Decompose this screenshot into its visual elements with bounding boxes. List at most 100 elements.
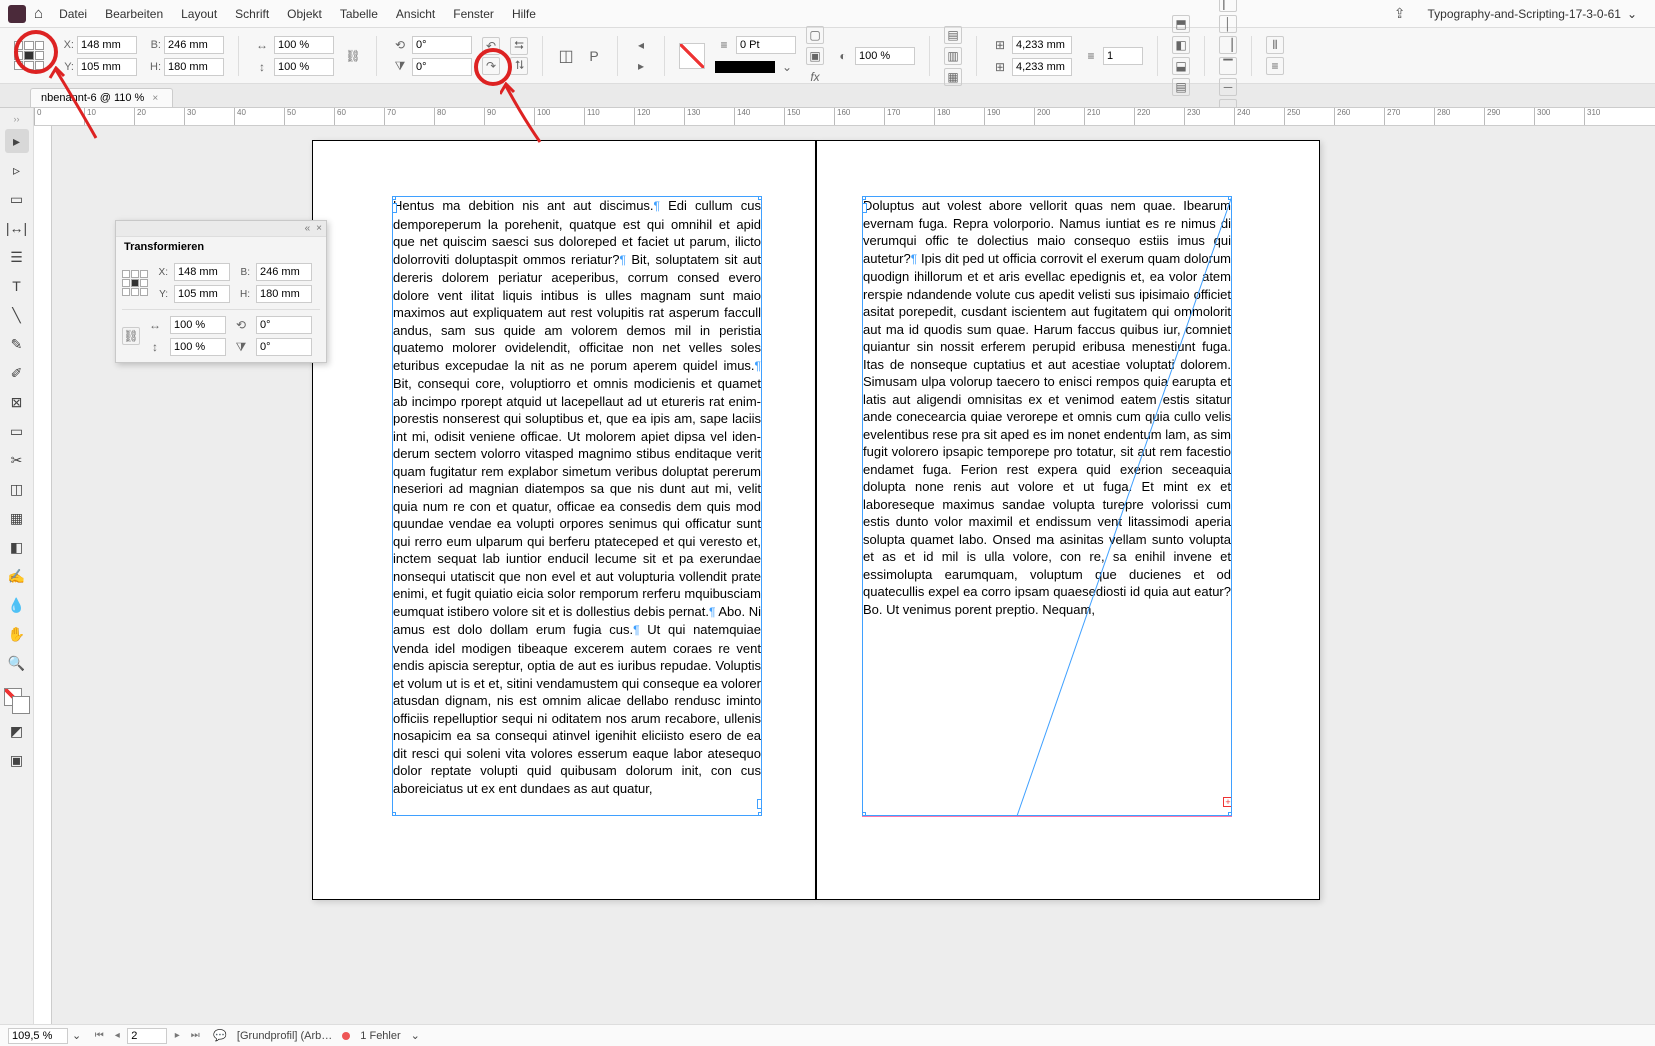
close-icon[interactable]: × — [152, 93, 158, 104]
direct-selection-tool[interactable]: ▹ — [5, 158, 29, 182]
panel-w-field[interactable] — [256, 263, 312, 281]
gradient-swatch-tool[interactable]: ▦ — [5, 506, 29, 530]
prev-page-icon[interactable]: ◂ — [109, 1028, 125, 1044]
x-field[interactable] — [77, 36, 137, 54]
home-icon[interactable]: ⌂ — [34, 5, 43, 22]
page-field[interactable] — [127, 1028, 167, 1044]
menu-tabelle[interactable]: Tabelle — [332, 3, 386, 25]
note-tool[interactable]: ✍ — [5, 564, 29, 588]
scale-x-field[interactable] — [274, 36, 334, 54]
stroke-weight-field[interactable] — [736, 36, 796, 54]
h-field[interactable] — [164, 58, 224, 76]
workspace-switcher[interactable]: Typography-and-Scripting-17-3-0-61 ⌄ — [1418, 3, 1648, 25]
opacity-field[interactable] — [855, 47, 915, 65]
select-content-icon[interactable]: P — [585, 47, 603, 65]
pen-tool[interactable]: ✎ — [5, 332, 29, 356]
rotate-cw-icon[interactable]: ↷ — [482, 57, 500, 75]
first-page-icon[interactable]: ⏮ — [91, 1028, 107, 1044]
content-collector-tool[interactable]: ☰ — [5, 245, 29, 269]
rotate-ccw-icon[interactable]: ↶ — [482, 37, 500, 55]
wrap-none-icon[interactable]: ▤ — [944, 26, 962, 44]
shear-field[interactable] — [412, 58, 472, 76]
share-icon[interactable]: ⇪ — [1384, 5, 1416, 22]
constrain-icon[interactable]: ⛓ — [344, 47, 362, 65]
w-field[interactable] — [164, 36, 224, 54]
y-field[interactable] — [77, 58, 137, 76]
panel-y-field[interactable] — [174, 285, 230, 303]
align-justify-v-icon[interactable]: ▤ — [1172, 78, 1190, 96]
panel-sx-field[interactable] — [170, 316, 226, 334]
gap-tool[interactable]: |↔| — [5, 216, 29, 240]
last-page-icon[interactable]: ⏭ — [187, 1028, 203, 1044]
open-dialog-icon[interactable]: 💬 — [213, 1029, 227, 1042]
distribute-h-icon[interactable]: ⫴ — [1266, 36, 1284, 54]
free-transform-tool[interactable]: ◫ — [5, 477, 29, 501]
scale-y-field[interactable] — [274, 58, 334, 76]
hand-tool[interactable]: ✋ — [5, 622, 29, 646]
menu-schrift[interactable]: Schrift — [227, 3, 277, 25]
zoom-tool[interactable]: 🔍 — [5, 651, 29, 675]
type-tool[interactable]: T — [5, 274, 29, 298]
panel-collapse-icon[interactable]: « — [305, 223, 311, 234]
align-bottom-icon[interactable]: ⬓ — [1172, 57, 1190, 75]
chevron-down-icon[interactable]: ⌄ — [72, 1029, 81, 1042]
reference-point-grid[interactable] — [14, 41, 44, 71]
flip-vertical-icon[interactable]: ⮁ — [510, 57, 528, 75]
preflight-errors[interactable]: 1 Fehler — [360, 1030, 400, 1042]
align-left-icon[interactable]: ▏ — [1219, 0, 1237, 12]
object-next-icon[interactable]: ▸ — [632, 57, 650, 75]
text-frame-right[interactable]: Doluptus aut volest abore vellorit quas … — [862, 196, 1232, 816]
next-page-icon[interactable]: ▸ — [169, 1028, 185, 1044]
text-frame-left[interactable]: Hentus ma debition nis ant aut discimus.… — [392, 196, 762, 816]
align-hcenter-icon[interactable]: │ — [1219, 15, 1237, 33]
columns-field[interactable] — [1103, 47, 1143, 65]
panel-close-icon[interactable]: × — [316, 223, 322, 234]
page-tool[interactable]: ▭ — [5, 187, 29, 211]
align-vcenter-icon[interactable]: ─ — [1219, 78, 1237, 96]
rectangle-tool[interactable]: ▭ — [5, 419, 29, 443]
menu-datei[interactable]: Datei — [51, 3, 95, 25]
out-port[interactable] — [757, 799, 762, 809]
align-right-icon[interactable]: ▕ — [1219, 36, 1237, 54]
menu-layout[interactable]: Layout — [173, 3, 225, 25]
flip-horizontal-icon[interactable]: ⮀ — [510, 37, 528, 55]
fill-stroke-proxy[interactable] — [4, 688, 30, 714]
align-top-icon[interactable]: ⬒ — [1172, 15, 1190, 33]
fx-icon[interactable]: fx — [806, 68, 824, 86]
select-container-icon[interactable]: ◫ — [557, 47, 575, 65]
corner-options-icon[interactable]: ▢ — [806, 26, 824, 44]
rotate-field[interactable] — [412, 36, 472, 54]
menu-objekt[interactable]: Objekt — [279, 3, 330, 25]
align-center-v-icon[interactable]: ◧ — [1172, 36, 1190, 54]
distribute-v-icon[interactable]: ≡ — [1266, 57, 1284, 75]
menu-hilfe[interactable]: Hilfe — [504, 3, 544, 25]
overset-indicator[interactable]: + — [1223, 797, 1232, 807]
scissors-tool[interactable]: ✂ — [5, 448, 29, 472]
chevron-down-icon[interactable]: ⌄ — [778, 58, 796, 76]
transform-panel-tab[interactable]: Transformieren — [116, 237, 326, 257]
panel-sy-field[interactable] — [170, 338, 226, 356]
menu-fenster[interactable]: Fenster — [445, 3, 502, 25]
screen-mode-icon[interactable]: ▣ — [5, 748, 29, 772]
transform-panel[interactable]: «× Transformieren X: Y: B: H: — [115, 220, 327, 363]
wrap-shape-icon[interactable]: ▦ — [944, 68, 962, 86]
gradient-feather-tool[interactable]: ◧ — [5, 535, 29, 559]
panel-h-field[interactable] — [256, 285, 312, 303]
panel-constrain-icon[interactable]: ⛓ — [122, 327, 140, 345]
gap-a-field[interactable] — [1012, 36, 1072, 54]
panel-x-field[interactable] — [174, 263, 230, 281]
menu-ansicht[interactable]: Ansicht — [388, 3, 443, 25]
panel-shear-field[interactable] — [256, 338, 312, 356]
in-port[interactable] — [862, 203, 867, 213]
panel-rot-field[interactable] — [256, 316, 312, 334]
document-tab[interactable]: nbenannt-6 @ 110 % × — [30, 88, 173, 107]
selection-tool[interactable]: ▸ — [5, 129, 29, 153]
chevron-down-icon[interactable]: ⌄ — [411, 1029, 420, 1042]
menu-bearbeiten[interactable]: Bearbeiten — [97, 3, 171, 25]
rectangle-frame-tool[interactable]: ⊠ — [5, 390, 29, 414]
panel-reference-point[interactable] — [122, 270, 148, 296]
in-port[interactable] — [392, 203, 397, 213]
gap-b-field[interactable] — [1012, 58, 1072, 76]
wrap-bounding-icon[interactable]: ▥ — [944, 47, 962, 65]
pencil-tool[interactable]: ✐ — [5, 361, 29, 385]
